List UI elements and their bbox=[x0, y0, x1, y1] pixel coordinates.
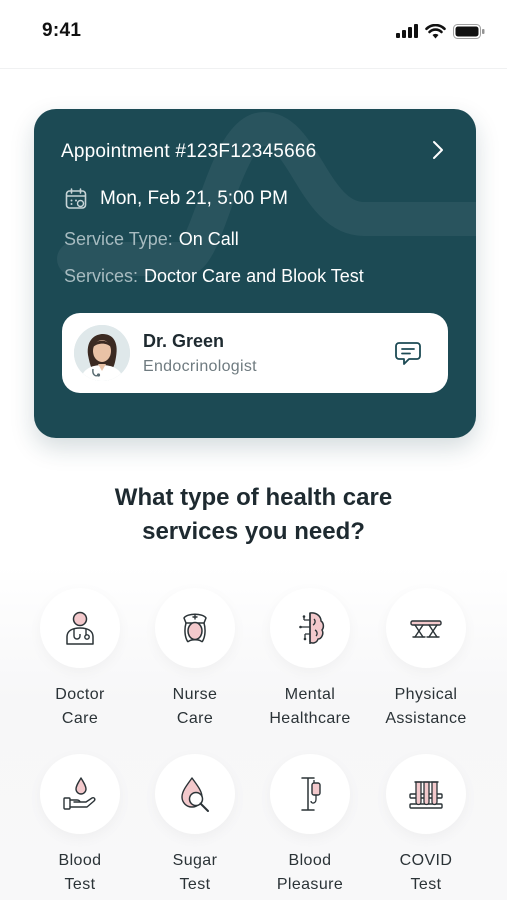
service-label: COVID Test bbox=[366, 849, 486, 897]
doctor-icon bbox=[66, 611, 94, 645]
massage-table-icon bbox=[410, 620, 442, 638]
appointment-datetime: Mon, Feb 21, 5:00 PM bbox=[100, 188, 288, 209]
sugar-drop-magnifier-icon bbox=[181, 777, 209, 812]
nurse-icon bbox=[183, 613, 207, 643]
service-label-line-2: Test bbox=[179, 876, 211, 893]
status-bar: 9:41 bbox=[0, 0, 507, 62]
service-icon-circle bbox=[386, 754, 466, 834]
appointment-title: Appointment #123F12345666 bbox=[61, 141, 317, 162]
services-label: Services: bbox=[64, 266, 139, 286]
service-label-line-2: Assistance bbox=[385, 710, 467, 727]
doctor-name: Dr. Green bbox=[143, 331, 225, 351]
service-label-line-1: Nurse bbox=[172, 686, 218, 703]
service-label-line-1: Sugar bbox=[172, 852, 218, 869]
service-label-line-2: Healthcare bbox=[269, 710, 351, 727]
question-line-1: What type of health care bbox=[114, 484, 393, 511]
doctor-card[interactable]: Dr. Green Endocrinologist bbox=[62, 313, 448, 393]
status-icons bbox=[396, 23, 485, 39]
service-label: Blood Test bbox=[20, 849, 140, 897]
service-icon-circle bbox=[386, 588, 466, 668]
cellular-signal-icon bbox=[396, 24, 418, 38]
appointment-date-row: Mon, Feb 21, 5:00 PM bbox=[64, 187, 288, 211]
appointment-card[interactable]: Appointment #123F12345666 Mon, Feb 21, 5… bbox=[34, 109, 476, 438]
service-doctor-care[interactable]: Doctor Care bbox=[20, 588, 140, 731]
status-time: 9:41 bbox=[42, 20, 82, 41]
service-label: Physical Assistance bbox=[366, 683, 486, 731]
service-type-label: Service Type: bbox=[64, 229, 173, 249]
service-nurse-care[interactable]: Nurse Care bbox=[135, 588, 255, 731]
blood-drop-hand-icon bbox=[63, 777, 96, 810]
services-value: Doctor Care and Blook Test bbox=[144, 266, 364, 286]
service-icon-circle bbox=[40, 754, 120, 834]
services-question: What type of health care services you ne… bbox=[0, 481, 507, 549]
service-label-line-1: Physical bbox=[394, 686, 458, 703]
service-label-line-2: Pleasure bbox=[276, 876, 344, 893]
service-icon-circle bbox=[155, 754, 235, 834]
service-label-line-1: Blood bbox=[288, 852, 332, 869]
service-mental-healthcare[interactable]: Mental Healthcare bbox=[250, 588, 370, 731]
service-icon-circle bbox=[270, 754, 350, 834]
header-divider bbox=[0, 68, 507, 69]
iv-drip-icon bbox=[301, 777, 321, 811]
services-row: Services: Doctor Care and Blook Test bbox=[64, 266, 364, 287]
service-label-line-1: Doctor bbox=[55, 686, 105, 703]
service-label: Doctor Care bbox=[20, 683, 140, 731]
service-label: Sugar Test bbox=[135, 849, 255, 897]
service-covid-test[interactable]: COVID Test bbox=[366, 754, 486, 897]
chat-icon[interactable] bbox=[394, 339, 422, 367]
brain-icon bbox=[299, 612, 325, 644]
doctor-specialty: Endocrinologist bbox=[143, 358, 257, 375]
service-blood-test[interactable]: Blood Test bbox=[20, 754, 140, 897]
service-label-line-1: COVID bbox=[399, 852, 453, 869]
calendar-icon bbox=[65, 188, 87, 209]
wifi-icon bbox=[425, 23, 446, 38]
service-label-line-2: Test bbox=[410, 876, 442, 893]
service-label-line-2: Test bbox=[64, 876, 96, 893]
test-tubes-icon bbox=[409, 781, 443, 809]
service-sugar-test[interactable]: Sugar Test bbox=[135, 754, 255, 897]
service-icon-circle bbox=[155, 588, 235, 668]
doctor-avatar bbox=[74, 325, 130, 381]
service-type-row: Service Type: On Call bbox=[64, 229, 239, 250]
service-label-line-1: Blood bbox=[58, 852, 102, 869]
service-label: Nurse Care bbox=[135, 683, 255, 731]
question-line-2: services you need? bbox=[142, 518, 365, 545]
service-label-line-2: Care bbox=[61, 710, 99, 727]
service-label-line-2: Care bbox=[176, 710, 214, 727]
service-icon-circle bbox=[40, 588, 120, 668]
service-icon-circle bbox=[270, 588, 350, 668]
service-label: Mental Healthcare bbox=[250, 683, 370, 731]
chevron-right-icon[interactable] bbox=[430, 139, 446, 161]
service-physical-assistance[interactable]: Physical Assistance bbox=[366, 588, 486, 731]
service-blood-pleasure[interactable]: Blood Pleasure bbox=[250, 754, 370, 897]
service-label-line-1: Mental bbox=[284, 686, 336, 703]
service-label: Blood Pleasure bbox=[250, 849, 370, 897]
battery-icon bbox=[453, 23, 485, 39]
service-type-value: On Call bbox=[178, 229, 239, 249]
